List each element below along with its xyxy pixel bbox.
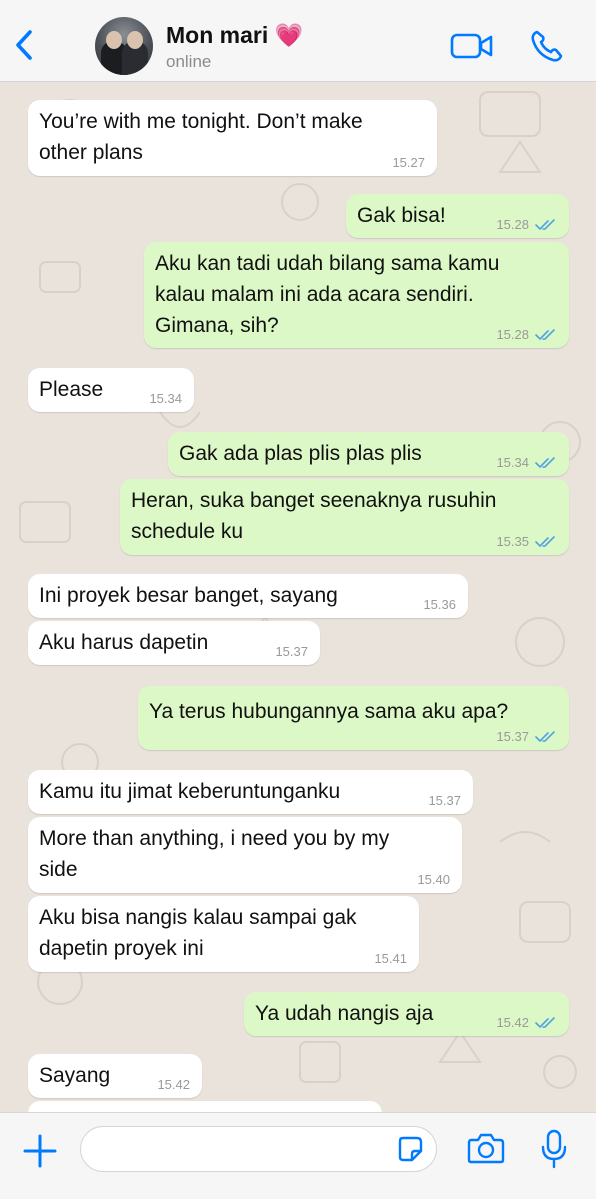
microphone-icon	[541, 1129, 567, 1169]
message-text: Ini proyek besar banget, sayang	[39, 584, 338, 607]
camera-button[interactable]	[466, 1131, 506, 1167]
outgoing-message[interactable]: Ya udah nangis aja 15.42	[244, 992, 569, 1036]
incoming-message[interactable]: Aku bisa nangis kalau sampai gak dapetin…	[28, 896, 419, 972]
message-time: 15.37	[496, 729, 529, 744]
voice-message-button[interactable]	[540, 1127, 568, 1171]
message-time: 15.28	[496, 327, 529, 342]
read-receipt-icon	[535, 536, 555, 548]
contact-status: online	[166, 52, 212, 71]
read-receipt-icon	[535, 329, 555, 341]
contact-name[interactable]: Mon mari 💗	[166, 22, 303, 49]
message-meta: 15.27	[392, 156, 425, 170]
message-meta: 15.28	[496, 218, 557, 232]
message-time: 15.37	[428, 793, 461, 808]
avatar[interactable]	[95, 17, 153, 75]
incoming-message[interactable]: You’re with me tonight. Don’t make other…	[28, 100, 437, 176]
message-meta: 15.37	[496, 730, 557, 744]
message-text: Aku bisa nangis kalau sampai gak dapetin…	[39, 906, 357, 960]
back-button[interactable]	[10, 28, 38, 62]
message-time: 15.34	[496, 455, 529, 470]
camera-icon	[467, 1133, 505, 1164]
message-time: 15.27	[392, 155, 425, 170]
message-meta: 15.40	[417, 873, 450, 887]
outgoing-message[interactable]: Heran, suka banget seenaknya rusuhin sch…	[120, 479, 569, 555]
message-meta: 15.37	[428, 794, 461, 808]
message-time: 15.35	[496, 534, 529, 549]
chevron-left-icon	[16, 30, 32, 60]
incoming-message[interactable]: More than anything, i need you by my sid…	[28, 817, 462, 893]
phone-icon	[531, 30, 563, 62]
message-text: Heran, suka banget seenaknya rusuhin sch…	[131, 489, 497, 543]
message-meta: 15.28	[496, 328, 557, 342]
video-call-button[interactable]	[450, 29, 494, 63]
incoming-message[interactable]: Sayang 15.42	[28, 1054, 202, 1098]
read-receipt-icon	[535, 219, 555, 231]
message-meta: 15.42	[496, 1016, 557, 1030]
outgoing-message[interactable]: Gak ada plas plis plas plis 15.34	[168, 432, 569, 476]
message-time: 15.34	[149, 391, 182, 406]
message-time: 15.41	[374, 951, 407, 966]
outgoing-message[interactable]: Ya terus hubungannya sama aku apa? 15.37	[138, 686, 569, 750]
sticker-icon	[398, 1136, 423, 1162]
sticker-button[interactable]	[396, 1135, 424, 1163]
plus-icon	[23, 1134, 57, 1168]
message-time: 15.42	[157, 1077, 190, 1092]
message-meta: 15.36	[423, 598, 456, 612]
message-list[interactable]: You’re with me tonight. Don’t make other…	[0, 82, 596, 1112]
message-time: 15.28	[496, 217, 529, 232]
incoming-message[interactable]: Kamu itu jimat keberuntunganku 15.37	[28, 770, 473, 814]
message-text: You’re with me tonight. Don’t make other…	[39, 110, 363, 164]
message-time: 15.42	[496, 1015, 529, 1030]
read-receipt-icon	[535, 731, 555, 743]
message-meta: 15.34	[496, 456, 557, 470]
incoming-message[interactable]: Aku harus dapetin 15.37	[28, 621, 320, 665]
message-time: 15.40	[417, 872, 450, 887]
outgoing-message[interactable]: Gak bisa! 15.28	[346, 194, 569, 238]
video-camera-icon	[450, 33, 493, 59]
message-meta: 15.34	[149, 392, 182, 406]
message-time: 15.37	[275, 644, 308, 659]
message-text: Aku harus dapetin	[39, 631, 209, 654]
chat-header: Mon mari 💗 online	[0, 0, 596, 82]
message-meta: 15.42	[157, 1078, 190, 1092]
message-meta: 15.35	[496, 535, 557, 549]
message-text: Ya terus hubungannya sama aku apa?	[149, 700, 509, 723]
message-text: More than anything, i need you by my sid…	[39, 827, 390, 881]
message-time: 15.36	[423, 597, 456, 612]
message-input[interactable]	[80, 1126, 437, 1172]
message-meta: 15.37	[275, 645, 308, 659]
attach-button[interactable]	[20, 1131, 60, 1171]
outgoing-message[interactable]: Aku kan tadi udah bilang sama kamu kalau…	[144, 242, 569, 348]
message-text: Kamu itu jimat keberuntunganku	[39, 780, 341, 803]
message-text: Aku kan tadi udah bilang sama kamu kalau…	[155, 252, 500, 337]
read-receipt-icon	[535, 457, 555, 469]
voice-call-button[interactable]	[528, 27, 566, 65]
incoming-message[interactable]: Please 15.34	[28, 368, 194, 412]
composer-bar	[0, 1112, 596, 1199]
read-receipt-icon	[535, 1017, 555, 1029]
incoming-message[interactable]	[28, 1101, 382, 1112]
message-meta: 15.41	[374, 952, 407, 966]
incoming-message[interactable]: Ini proyek besar banget, sayang 15.36	[28, 574, 468, 618]
